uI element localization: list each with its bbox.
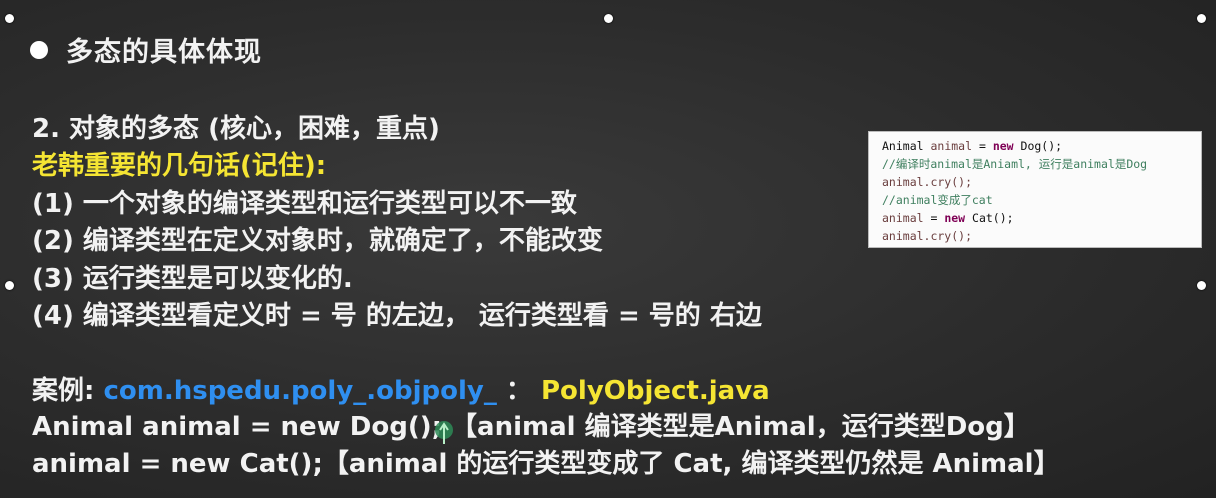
key-note: 老韩重要的几句话(记住): (32, 151, 327, 181)
slide-title: 多态的具体体现 (66, 37, 262, 68)
code-line-5: animal = new Cat(); (882, 211, 1014, 225)
example-1: Animal animal = new Dog(); 【animal 编译类型是… (32, 412, 1030, 442)
point-2: (2) 编译类型在定义对象时，就确定了，不能改变 (32, 226, 603, 256)
point-3: (3) 运行类型是可以变化的. (32, 264, 353, 294)
slide-canvas: 多态的具体体现 2. 对象的多态 (核心，困难，重点) 老韩重要的几句话(记住)… (0, 0, 1216, 498)
pen-cursor-icon (435, 421, 453, 444)
case-file: PolyObject.java (541, 376, 770, 406)
example-2: animal = new Cat();【animal 的运行类型变成了 Cat,… (32, 449, 1060, 479)
resize-handle[interactable] (5, 281, 14, 290)
point-4: (4) 编译类型看定义时 = 号 的左边， 运行类型看 = 号的 右边 (32, 301, 762, 331)
code-line-1: Animal animal = new Dog(); (882, 139, 1063, 153)
resize-handle[interactable] (5, 14, 14, 23)
case-line: 案例: com.hspedu.poly_.objpoly_ ： PolyObje… (32, 370, 770, 407)
bullet-icon (30, 40, 48, 59)
case-label: 案例: (32, 376, 95, 406)
code-line-3: animal.cry(); (882, 175, 973, 189)
case-package: com.hspedu.poly_.objpoly_ (103, 376, 497, 406)
resize-handle[interactable] (1197, 14, 1206, 23)
code-snippet: Animal animal = new Dog(); //编译时animal是A… (868, 131, 1202, 248)
resize-handle[interactable] (1197, 281, 1206, 290)
code-line-4: //animal变成了cat (882, 193, 993, 207)
point-1: (1) 一个对象的编译类型和运行类型可以不一致 (32, 189, 577, 219)
slide-title-row: 多态的具体体现 (30, 30, 262, 69)
code-line-2: //编译时animal是Aniaml, 运行是animal是Dog (882, 157, 1148, 171)
case-separator: ： (496, 376, 532, 406)
section-heading: 2. 对象的多态 (核心，困难，重点) (32, 114, 440, 144)
resize-handle[interactable] (604, 14, 613, 23)
code-line-6: animal.cry(); (882, 229, 973, 243)
